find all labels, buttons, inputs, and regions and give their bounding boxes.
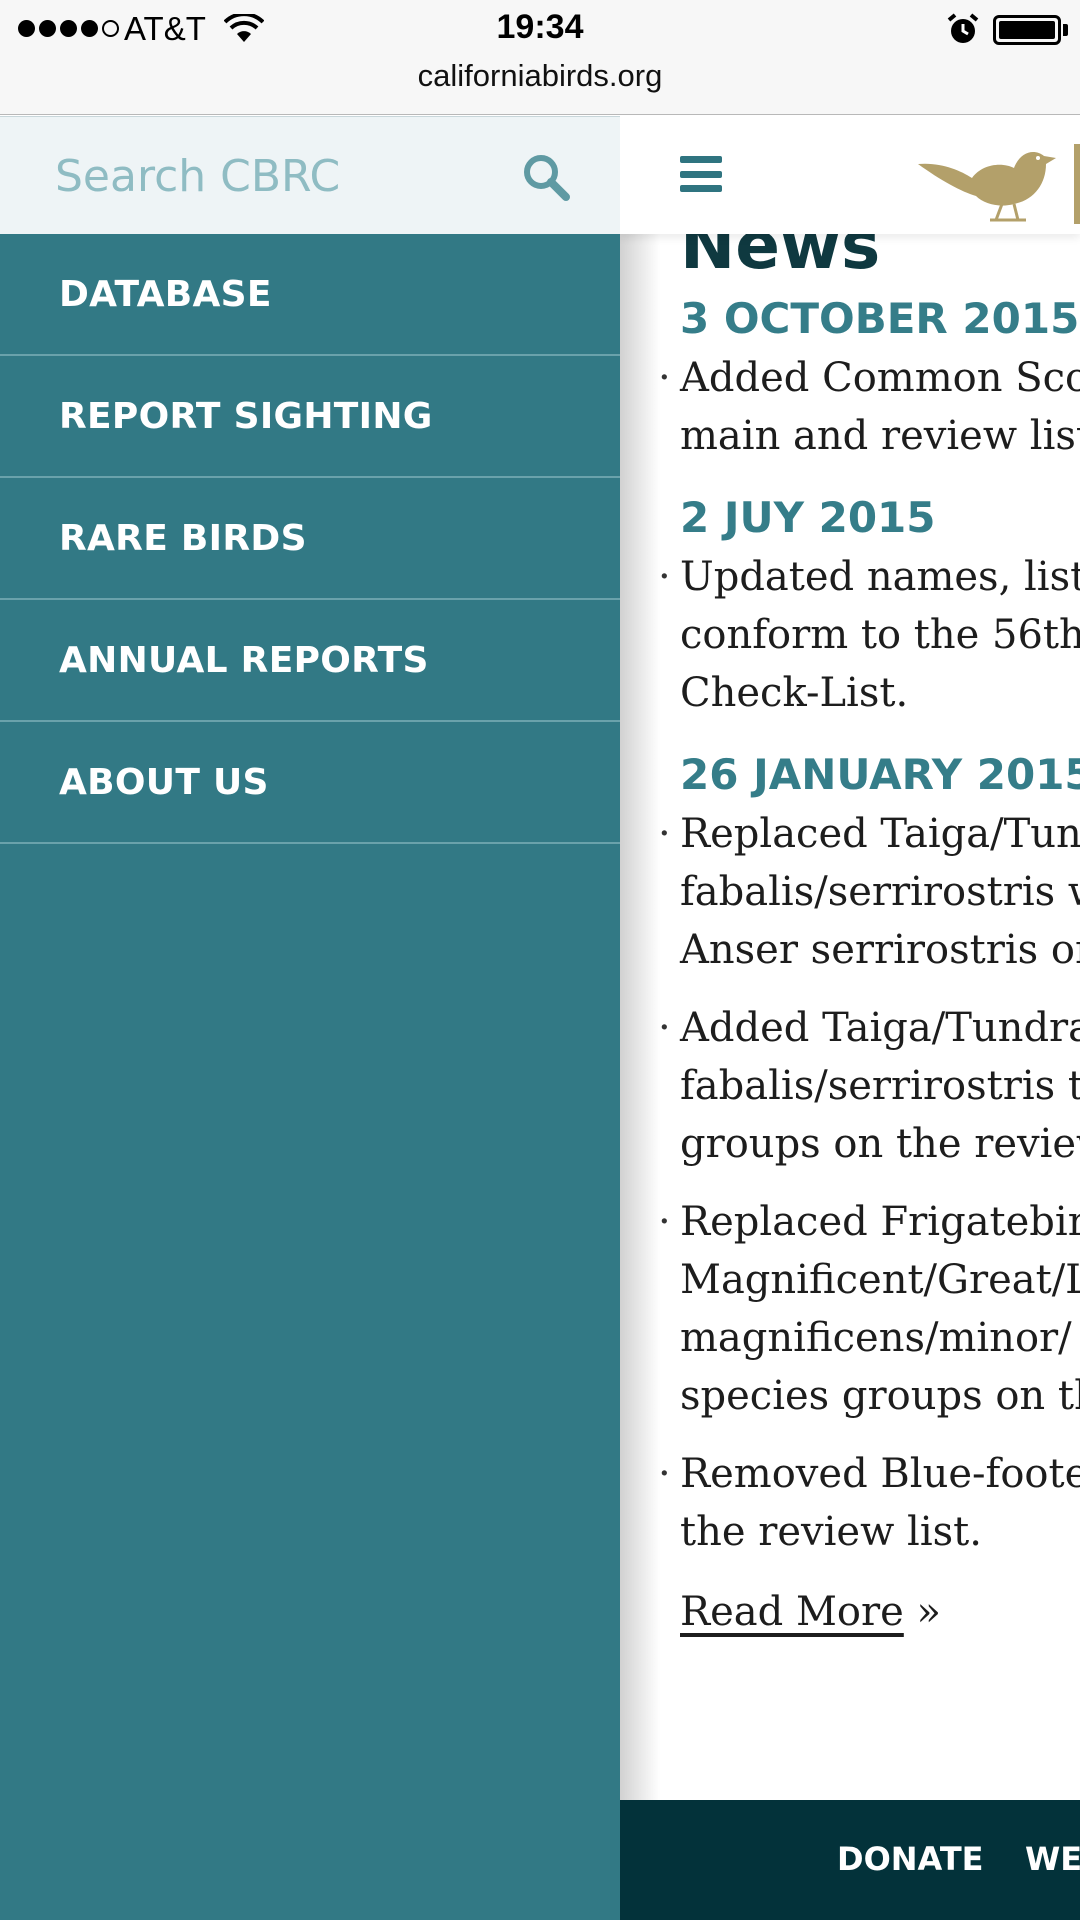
side-menu: DATABASE REPORT SIGHTING RARE BIRDS ANNU… (0, 116, 620, 1920)
menu-item-about-us[interactable]: ABOUT US (0, 722, 620, 844)
panel-shadow (620, 116, 660, 1920)
news-date: 26 JANUARY 2015 (680, 750, 1080, 799)
main-content-panel: News 3 OCTOBER 2015 Added Common Sco mai… (620, 116, 1080, 1920)
status-bar: AT&T 19:34 californiabirds.org (0, 0, 1080, 115)
footer-link-truncated[interactable]: WE (1025, 1840, 1080, 1878)
news-entry: Added Taiga/Tundra fabalis/serrirostris … (658, 999, 1080, 1173)
news-entry: Replaced Frigatebird Magnificent/Great/L… (658, 1193, 1080, 1425)
menu-list: DATABASE REPORT SIGHTING RARE BIRDS ANNU… (0, 234, 620, 844)
search-bar (0, 116, 620, 234)
search-input[interactable] (55, 145, 495, 207)
menu-item-rare-birds[interactable]: RARE BIRDS (0, 478, 620, 600)
hamburger-menu-icon[interactable] (680, 156, 722, 192)
search-icon[interactable] (520, 151, 572, 203)
news-group: 26 JANUARY 2015 Replaced Taiga/Tund faba… (658, 750, 1080, 1561)
read-more-chevron: » (916, 1589, 941, 1635)
news-entry: Replaced Taiga/Tund fabalis/serrirostris… (658, 805, 1080, 979)
news-group: 2 JUY 2015 Updated names, list conform t… (658, 493, 1080, 722)
menu-item-label: REPORT SIGHTING (59, 395, 433, 437)
menu-item-annual-reports[interactable]: ANNUAL REPORTS (0, 600, 620, 722)
clock-time: 19:34 (496, 8, 584, 46)
battery-tip (1063, 24, 1068, 36)
menu-item-label: DATABASE (59, 273, 272, 315)
site-header (620, 116, 1080, 234)
read-more-link[interactable]: Read More (680, 1589, 904, 1635)
battery-icon (993, 15, 1061, 45)
news-section: News 3 OCTOBER 2015 Added Common Sco mai… (658, 206, 1080, 1635)
menu-item-label: ABOUT US (59, 761, 269, 803)
bird-logo-icon[interactable] (910, 134, 1080, 224)
address-bar-url[interactable]: californiabirds.org (0, 58, 1080, 94)
footer-bar: DONATE WE (620, 1800, 1080, 1920)
donate-link[interactable]: DONATE (837, 1840, 984, 1878)
alarm-icon (947, 13, 979, 43)
menu-item-report-sighting[interactable]: REPORT SIGHTING (0, 356, 620, 478)
news-entry: Updated names, list conform to the 56th … (658, 548, 1080, 722)
menu-item-database[interactable]: DATABASE (0, 234, 620, 356)
news-entry: Removed Blue-foote the review list. (658, 1445, 1080, 1561)
news-group: 3 OCTOBER 2015 Added Common Sco main and… (658, 294, 1080, 465)
news-entry: Added Common Sco main and review list (658, 349, 1080, 465)
news-date: 2 JUY 2015 (680, 493, 936, 542)
read-more: Read More » (680, 1589, 1080, 1635)
menu-item-label: ANNUAL REPORTS (59, 639, 429, 681)
menu-item-label: RARE BIRDS (59, 517, 307, 559)
news-date: 3 OCTOBER 2015 (680, 294, 1080, 343)
